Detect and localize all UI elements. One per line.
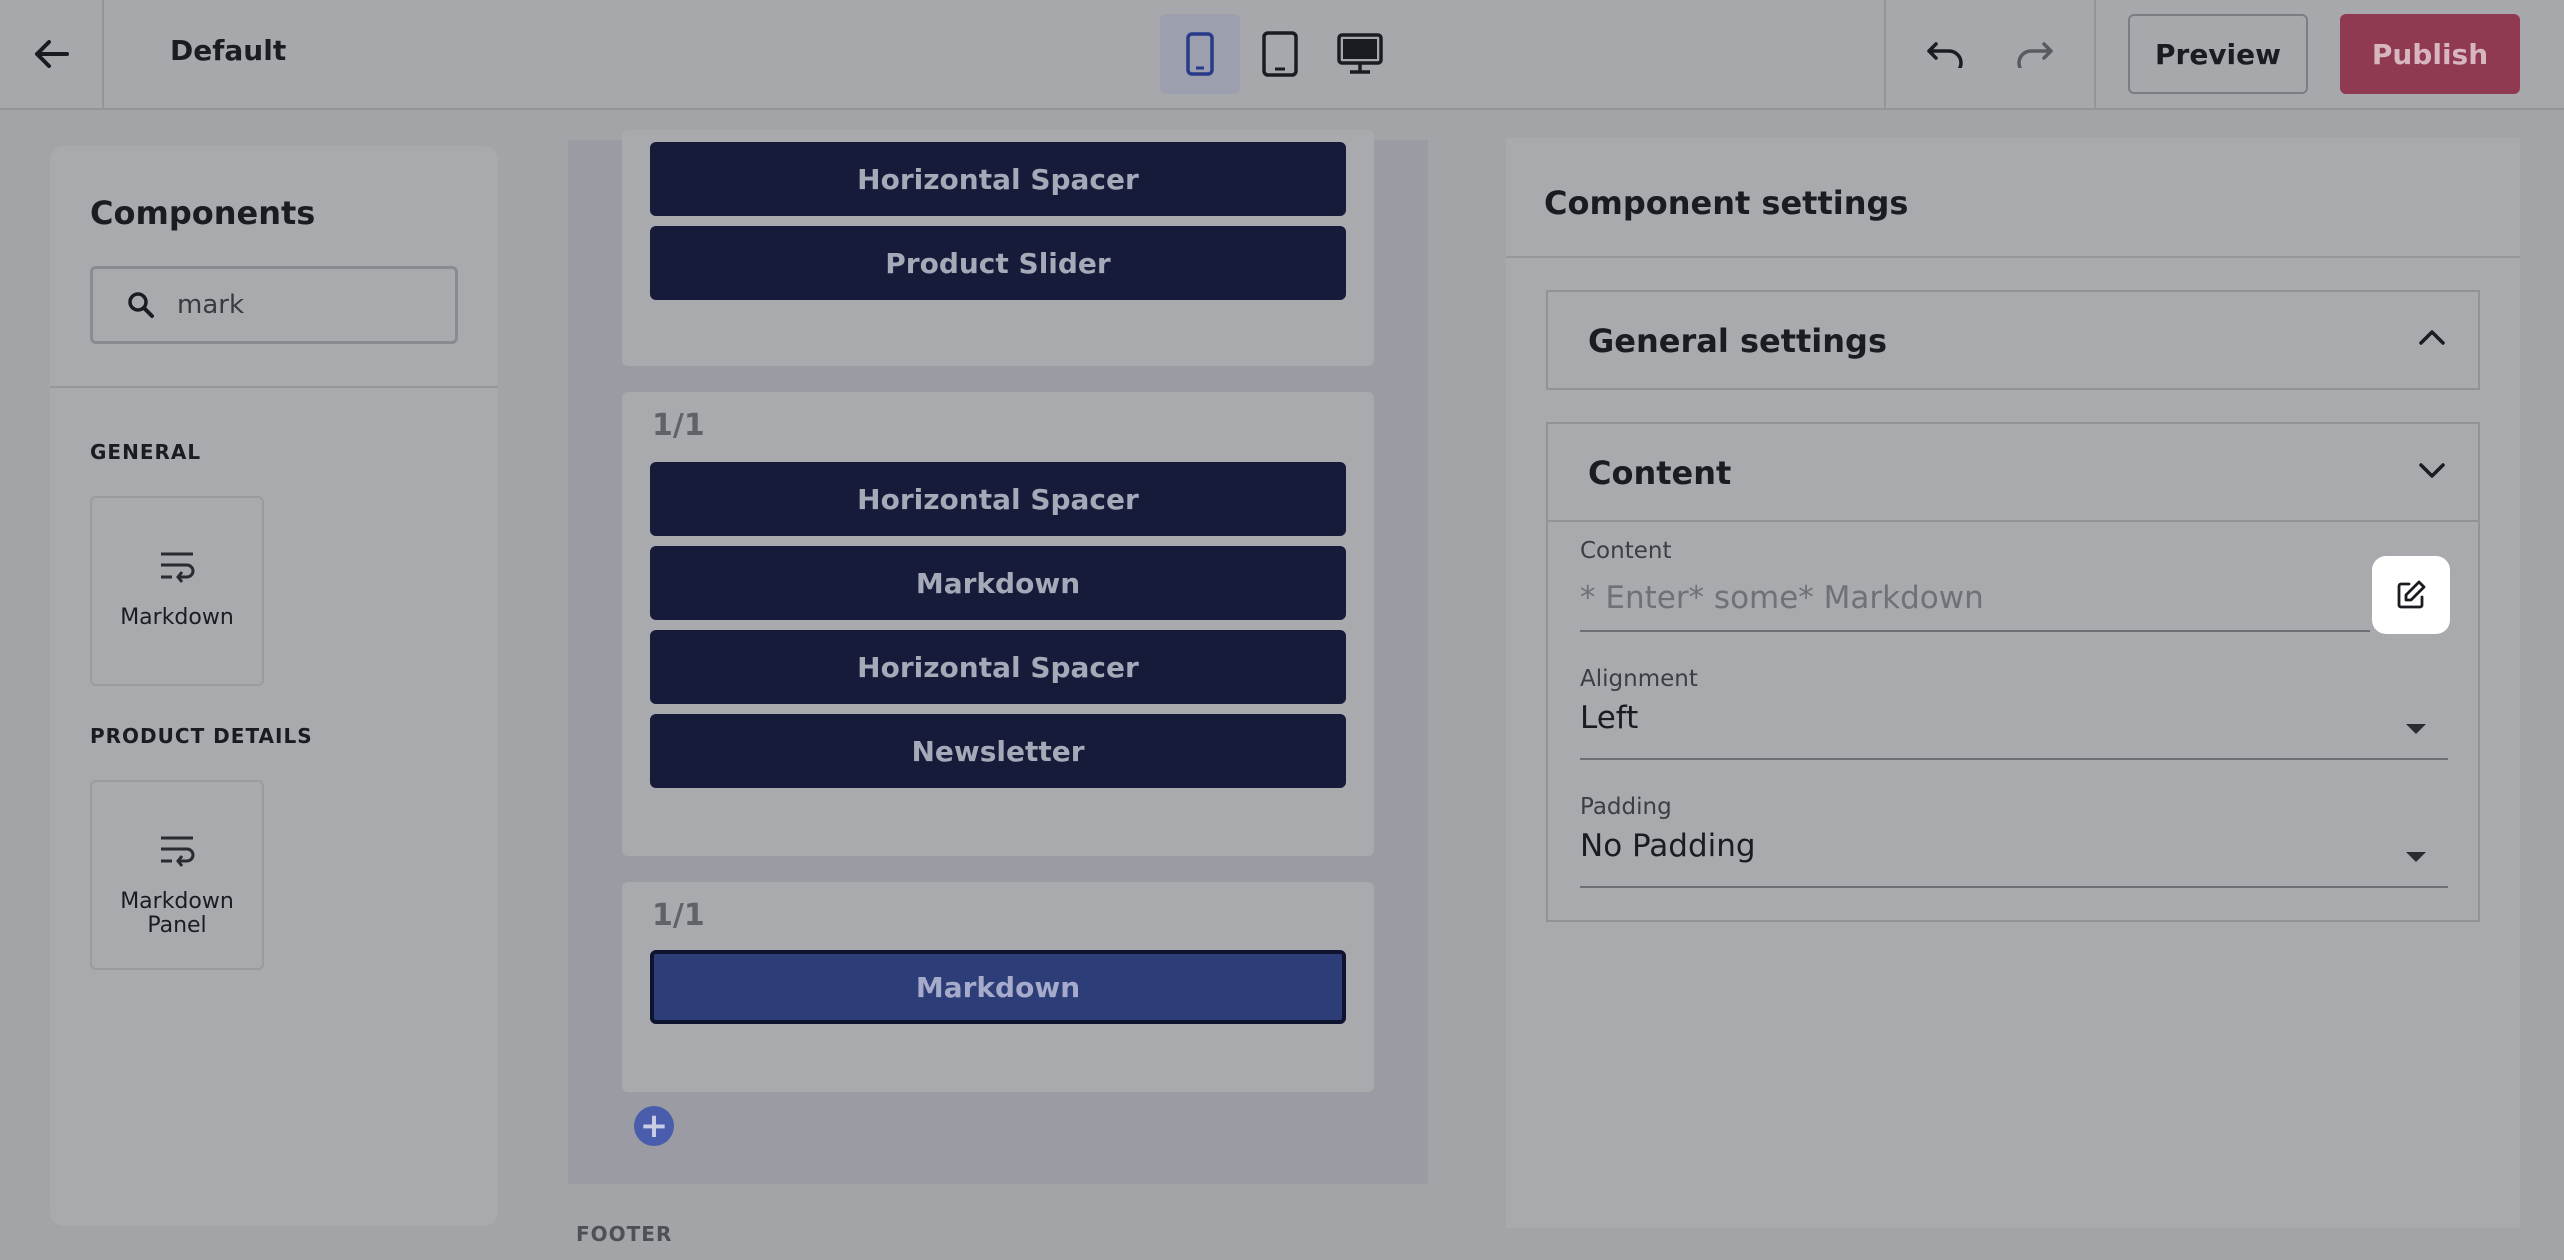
publish-button[interactable]: Publish	[2340, 14, 2520, 94]
redo-button[interactable]	[1994, 14, 2074, 94]
layout-section[interactable]: 1/1 Horizontal Spacer Markdown Horizonta…	[622, 392, 1374, 856]
text-wrap-icon	[161, 836, 195, 867]
page-title: Default	[170, 34, 287, 67]
layout-section[interactable]: 1/1 Markdown	[622, 882, 1374, 1092]
top-bar: Default Preview Publish	[0, 0, 2564, 110]
settings-divider	[1506, 256, 2520, 258]
add-section-button[interactable]: +	[634, 1106, 674, 1146]
component-block[interactable]: Horizontal Spacer	[650, 142, 1346, 216]
arrow-left-icon	[35, 40, 69, 68]
component-card-markdown-panel[interactable]: Markdown Panel	[90, 780, 264, 970]
content-accordion-body: Content Alignment Left Padding No Paddin…	[1548, 520, 2478, 920]
page-canvas: Horizontal Spacer Product Slider 1/1 Hor…	[568, 130, 1428, 1184]
section-label-general: GENERAL	[90, 440, 202, 464]
column-label: 1/1	[652, 408, 705, 443]
back-button[interactable]	[0, 0, 104, 108]
component-settings-panel: Component settings General settings Cont…	[1506, 138, 2520, 1228]
plus-icon: +	[639, 1106, 669, 1146]
chevron-down-icon	[2419, 463, 2445, 478]
component-search[interactable]	[90, 266, 458, 344]
components-sidebar: Components GENERAL Markdown PRODUCT DETA…	[50, 146, 498, 1226]
layout-section[interactable]: Horizontal Spacer Product Slider	[622, 130, 1374, 366]
desktop-icon	[1337, 33, 1383, 74]
caret-down-icon	[2406, 852, 2426, 862]
column-label: 1/1	[652, 898, 705, 933]
redo-icon	[2017, 42, 2053, 68]
edit-icon	[2397, 580, 2426, 609]
tablet-icon	[1262, 31, 1298, 77]
content-accordion: Content Content Alignment Left Padding	[1546, 422, 2480, 922]
desktop-view-button[interactable]	[1320, 14, 1400, 94]
caret-down-icon	[2406, 724, 2426, 734]
select-underline	[1580, 886, 2448, 888]
select-underline	[1580, 758, 2448, 760]
mobile-icon	[1186, 32, 1214, 76]
general-settings-header[interactable]: General settings	[1548, 292, 2478, 388]
padding-value: No Padding	[1580, 828, 1756, 864]
component-card-markdown[interactable]: Markdown	[90, 496, 264, 686]
alignment-label: Alignment	[1580, 666, 1698, 692]
tablet-view-button[interactable]	[1240, 14, 1320, 94]
accordion-title: General settings	[1588, 322, 1887, 360]
undo-button[interactable]	[1906, 14, 1986, 94]
toolbar-divider	[1884, 0, 1886, 108]
search-icon	[128, 292, 154, 318]
component-block[interactable]: Newsletter	[650, 714, 1346, 788]
chevron-up-icon	[2419, 330, 2445, 345]
component-block[interactable]: Product Slider	[650, 226, 1346, 300]
footer-label: FOOTER	[576, 1222, 673, 1246]
component-block[interactable]: Horizontal Spacer	[650, 462, 1346, 536]
device-switcher	[1160, 14, 1400, 94]
general-settings-accordion: General settings	[1546, 290, 2480, 390]
content-header[interactable]: Content	[1548, 424, 2478, 520]
component-block[interactable]: Markdown	[650, 546, 1346, 620]
alignment-value: Left	[1580, 700, 1639, 736]
preview-button[interactable]: Preview	[2128, 14, 2308, 94]
mobile-view-button[interactable]	[1160, 14, 1240, 94]
sidebar-title: Components	[90, 194, 316, 232]
text-wrap-icon	[161, 552, 195, 583]
component-card-label: Markdown Panel	[120, 889, 234, 938]
edit-markdown-button[interactable]	[2372, 556, 2450, 634]
alignment-select[interactable]: Left	[1548, 692, 2448, 762]
component-block[interactable]: Horizontal Spacer	[650, 630, 1346, 704]
toolbar-divider	[2094, 0, 2096, 108]
content-field-label: Content	[1580, 538, 1672, 564]
section-label-product-details: PRODUCT DETAILS	[90, 724, 313, 748]
undo-icon	[1927, 42, 1963, 68]
markdown-content-input[interactable]	[1580, 570, 2370, 626]
accordion-title: Content	[1588, 454, 1732, 492]
component-block-selected[interactable]: Markdown	[650, 950, 1346, 1024]
settings-title: Component settings	[1544, 184, 1909, 222]
input-underline	[1580, 630, 2370, 632]
component-card-label: Markdown	[120, 605, 234, 630]
search-input[interactable]	[175, 289, 429, 321]
padding-label: Padding	[1580, 794, 1672, 820]
sidebar-divider	[50, 386, 498, 388]
padding-select[interactable]: No Padding	[1548, 820, 2448, 890]
